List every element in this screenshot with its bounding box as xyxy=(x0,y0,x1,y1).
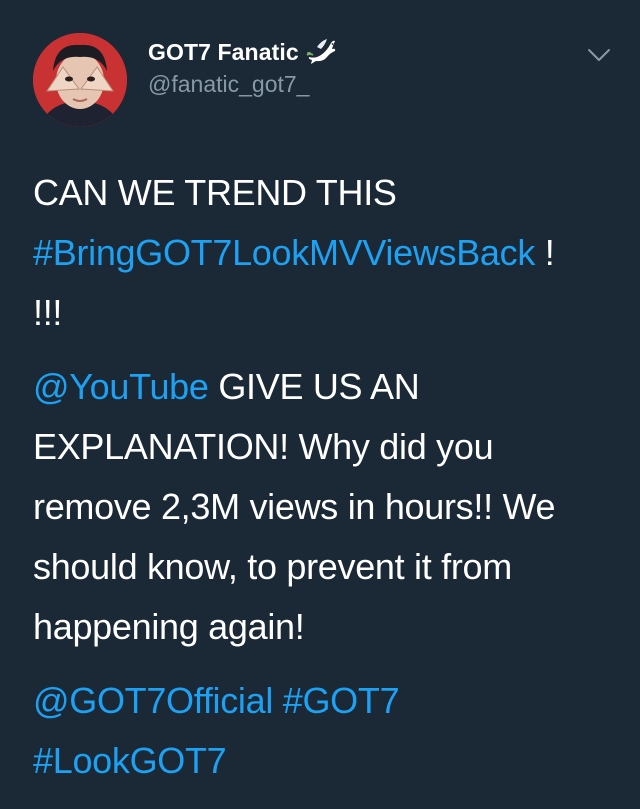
tweet-text: CAN WE TREND THIS #BringGOT7LookMVViewsB… xyxy=(33,163,613,791)
author-handle[interactable]: @fanatic_got7_ xyxy=(148,71,309,98)
mention-link[interactable]: @GOT7Official xyxy=(33,680,273,721)
hashtag-link[interactable]: #LookGOT7 xyxy=(33,740,227,781)
text-line: #BringGOT7LookMVViewsBack ! xyxy=(33,223,613,283)
chevron-down-icon[interactable] xyxy=(586,44,612,66)
text-line: happening again! xyxy=(33,606,305,647)
tweet-paragraph-1: CAN WE TREND THIS #BringGOT7LookMVViewsB… xyxy=(33,163,613,343)
text-line: @GOT7Official #GOT7 xyxy=(33,671,613,731)
author-name-row[interactable]: GOT7 Fanatic xyxy=(148,36,337,68)
text-line: #LookGOT7 xyxy=(33,731,613,791)
text-line: !!! xyxy=(33,292,63,333)
tweet-paragraph-3: @GOT7Official #GOT7 #LookGOT7 xyxy=(33,671,613,791)
text-fragment xyxy=(273,680,283,721)
hashtag-link[interactable]: #BringGOT7LookMVViewsBack xyxy=(33,232,535,273)
dove-icon xyxy=(305,37,337,67)
text-fragment: GIVE US AN xyxy=(208,366,420,407)
text-fragment: ! xyxy=(535,232,555,273)
text-line: remove 2,3M views in hours!! We xyxy=(33,486,556,527)
mention-link[interactable]: @YouTube xyxy=(33,366,209,407)
avatar[interactable] xyxy=(33,33,127,127)
display-name[interactable]: GOT7 Fanatic xyxy=(148,39,299,66)
text-line: EXPLANATION! Why did you xyxy=(33,426,494,467)
hashtag-link[interactable]: #GOT7 xyxy=(283,680,400,721)
text-line: @YouTube GIVE US AN xyxy=(33,357,613,417)
tweet-paragraph-2: @YouTube GIVE US AN EXPLANATION! Why did… xyxy=(33,357,613,657)
text-line: should know, to prevent it from xyxy=(33,546,512,587)
text-line: CAN WE TREND THIS xyxy=(33,172,397,213)
tweet-card: GOT7 Fanatic @fanatic_got7_ CAN WE TREND… xyxy=(0,0,640,809)
